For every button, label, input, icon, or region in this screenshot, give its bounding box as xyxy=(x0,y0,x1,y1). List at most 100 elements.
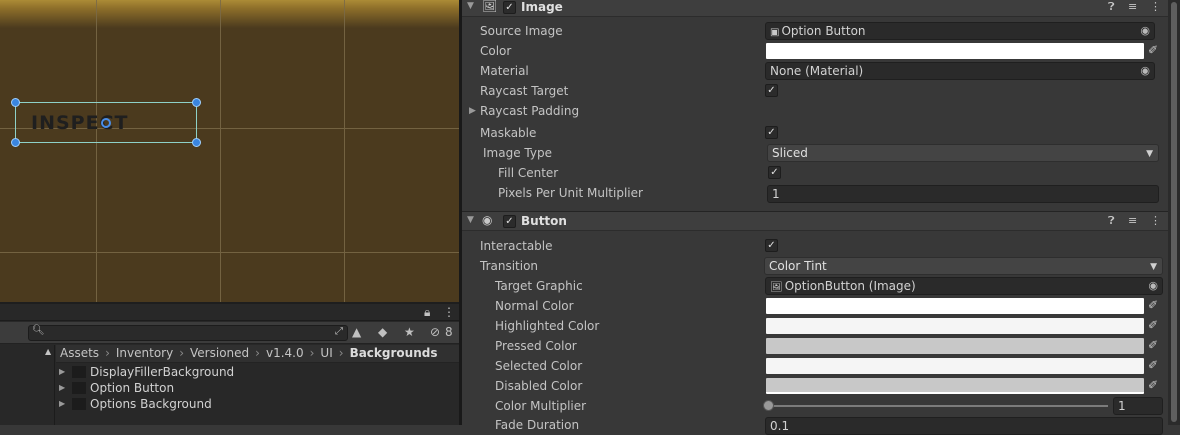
rect-handle-bottom-left[interactable] xyxy=(11,138,20,147)
fade-duration-value: 0.1 xyxy=(770,419,790,433)
color-multiplier-slider[interactable] xyxy=(768,405,1108,407)
fade-duration-field[interactable]: 0.1 xyxy=(765,417,1163,435)
list-item[interactable]: ▶ Options Background xyxy=(56,396,456,412)
expand-arrow-icon[interactable]: ▶ xyxy=(59,396,65,412)
hidden-packages-icon[interactable]: ⊘ xyxy=(430,325,440,339)
fill-center-checkbox[interactable]: ✓ xyxy=(768,166,781,179)
scrollbar-thumb[interactable] xyxy=(1171,2,1177,422)
filter-by-type-icon[interactable]: ▲ xyxy=(352,325,361,339)
selected-color-swatch[interactable] xyxy=(766,358,1144,374)
image-type-dropdown[interactable]: Sliced ▼ xyxy=(767,144,1159,162)
project-folder-tree[interactable] xyxy=(0,345,55,425)
normal-color-swatch[interactable] xyxy=(766,298,1144,314)
project-toolbar: 🔍︎ ⤢ ▲ ◆ ★ ⊘ 8 xyxy=(0,322,459,344)
expand-arrow-icon[interactable]: ▶ xyxy=(59,364,65,380)
material-field[interactable]: None (Material) ◉ xyxy=(765,62,1155,80)
image-component-header[interactable]: ▼ 🖼︎ ✓ Image ❓︎ ≡ ⋮ xyxy=(462,0,1168,17)
button-component-header[interactable]: ▼ ◉ ✓ Button ❓︎ ≡ ⋮ xyxy=(462,211,1168,231)
list-item[interactable]: ▶ DisplayFillerBackground xyxy=(56,364,456,380)
hidden-packages-count: 8 xyxy=(445,325,453,339)
favorites-star-icon[interactable]: ★ xyxy=(404,325,415,339)
color-label: Color xyxy=(480,44,512,58)
rect-handle-top-right[interactable] xyxy=(192,98,201,107)
raycast-padding-label[interactable]: Raycast Padding xyxy=(480,102,579,120)
expand-arrow-icon[interactable]: ▶ xyxy=(59,380,65,396)
more-menu-icon[interactable]: ⋮ xyxy=(1150,0,1161,13)
foldout-arrow-icon[interactable]: ▼ xyxy=(467,215,474,225)
rect-handle-top-left[interactable] xyxy=(11,98,20,107)
eyedropper-icon[interactable]: ✐ xyxy=(1148,378,1158,392)
rect-handle-bottom-right[interactable] xyxy=(192,138,201,147)
sprite-thumbnail-icon xyxy=(72,398,86,410)
component-title: Button xyxy=(521,214,567,228)
list-item[interactable]: ▶ Option Button xyxy=(56,380,456,396)
inspector-scrollbar[interactable] xyxy=(1168,0,1180,425)
sprite-thumbnail-icon xyxy=(72,382,86,394)
asset-label: Options Background xyxy=(90,397,212,411)
chevron-right-icon: › xyxy=(309,346,315,360)
fade-duration-label: Fade Duration xyxy=(495,418,580,432)
raycast-target-checkbox[interactable]: ✓ xyxy=(765,84,778,97)
sprite-icon: ▣ xyxy=(770,27,780,38)
disabled-color-swatch[interactable] xyxy=(766,378,1144,394)
presets-icon[interactable]: ≡ xyxy=(1128,0,1137,13)
more-menu-icon[interactable]: ⋮ xyxy=(443,305,455,319)
normal-color-label: Normal Color xyxy=(495,299,574,313)
advanced-search-icon[interactable]: ⤢ xyxy=(335,326,343,337)
presets-icon[interactable]: ≡ xyxy=(1128,214,1137,227)
eyedropper-icon[interactable]: ✐ xyxy=(1148,358,1158,372)
ppu-multiplier-value: 1 xyxy=(772,187,780,201)
lock-icon[interactable]: 🔒︎ xyxy=(424,305,430,320)
chevron-down-icon: ▼ xyxy=(1150,262,1157,272)
transition-dropdown[interactable]: Color Tint ▼ xyxy=(764,257,1163,275)
project-tab-bar: 🔒︎ ⋮ xyxy=(0,304,459,321)
highlighted-color-swatch[interactable] xyxy=(766,318,1144,334)
material-label: Material xyxy=(480,64,529,78)
folder-up-icon[interactable]: ▲ xyxy=(45,347,51,356)
scene-view[interactable]: INSPECT xyxy=(0,0,459,302)
foldout-arrow-icon[interactable]: ▼ xyxy=(467,1,474,11)
pressed-color-swatch[interactable] xyxy=(766,338,1144,354)
color-multiplier-field[interactable]: 1 xyxy=(1113,397,1163,415)
object-picker-icon[interactable]: ◉ xyxy=(1140,63,1150,79)
help-icon[interactable]: ❓︎ xyxy=(1108,214,1115,228)
color-multiplier-slider-handle[interactable] xyxy=(763,400,774,411)
filter-by-label-icon[interactable]: ◆ xyxy=(378,325,387,339)
source-image-value: Option Button xyxy=(781,24,866,38)
button-component-icon: ◉ xyxy=(482,213,493,227)
maskable-checkbox[interactable]: ✓ xyxy=(765,126,778,139)
material-value: None (Material) xyxy=(770,64,864,78)
breadcrumb-item[interactable]: Versioned xyxy=(190,346,249,360)
image-component-icon: 🖼︎ xyxy=(482,0,498,13)
rect-pivot[interactable] xyxy=(101,118,111,128)
breadcrumb-item[interactable]: UI xyxy=(320,346,332,360)
breadcrumb-item[interactable]: Assets xyxy=(60,346,99,360)
interactable-checkbox[interactable]: ✓ xyxy=(765,239,778,252)
color-multiplier-value: 1 xyxy=(1118,399,1126,413)
eyedropper-icon[interactable]: ✐ xyxy=(1148,338,1158,352)
inspector-panel: ▼ 🖼︎ ✓ Image ❓︎ ≡ ⋮ Source Image ▣ Option… xyxy=(462,0,1180,435)
selected-color-label: Selected Color xyxy=(495,359,583,373)
breadcrumb-item-current[interactable]: Backgrounds xyxy=(350,346,438,360)
image-enabled-checkbox[interactable]: ✓ xyxy=(503,1,516,14)
breadcrumb-item[interactable]: v1.4.0 xyxy=(266,346,304,360)
foldout-arrow-icon[interactable]: ▶ xyxy=(469,106,476,116)
eyedropper-icon[interactable]: ✐ xyxy=(1148,318,1158,332)
eyedropper-icon[interactable]: ✐ xyxy=(1148,298,1158,312)
help-icon[interactable]: ❓︎ xyxy=(1108,0,1115,14)
button-enabled-checkbox[interactable]: ✓ xyxy=(503,215,516,228)
ppu-multiplier-field[interactable]: 1 xyxy=(767,185,1159,203)
scene-grid xyxy=(0,0,459,302)
object-picker-icon[interactable]: ◉ xyxy=(1148,278,1158,294)
more-menu-icon[interactable]: ⋮ xyxy=(1150,214,1161,227)
project-window: 🔒︎ ⋮ 🔍︎ ⤢ ▲ ◆ ★ ⊘ 8 ▲ Assets › Inventory › V… xyxy=(0,304,459,425)
color-multiplier-label: Color Multiplier xyxy=(495,399,587,413)
source-image-field[interactable]: ▣ Option Button ◉ xyxy=(765,22,1155,40)
search-input[interactable]: 🔍︎ ⤢ xyxy=(28,325,348,341)
object-picker-icon[interactable]: ◉ xyxy=(1140,23,1150,39)
breadcrumb-item[interactable]: Inventory xyxy=(116,346,173,360)
eyedropper-icon[interactable]: ✐ xyxy=(1148,43,1158,57)
target-graphic-field[interactable]: 🖼︎ OptionButton (Image) ◉ xyxy=(765,277,1163,295)
color-swatch[interactable] xyxy=(766,43,1144,59)
image-component-icon: 🖼︎ xyxy=(770,282,783,293)
